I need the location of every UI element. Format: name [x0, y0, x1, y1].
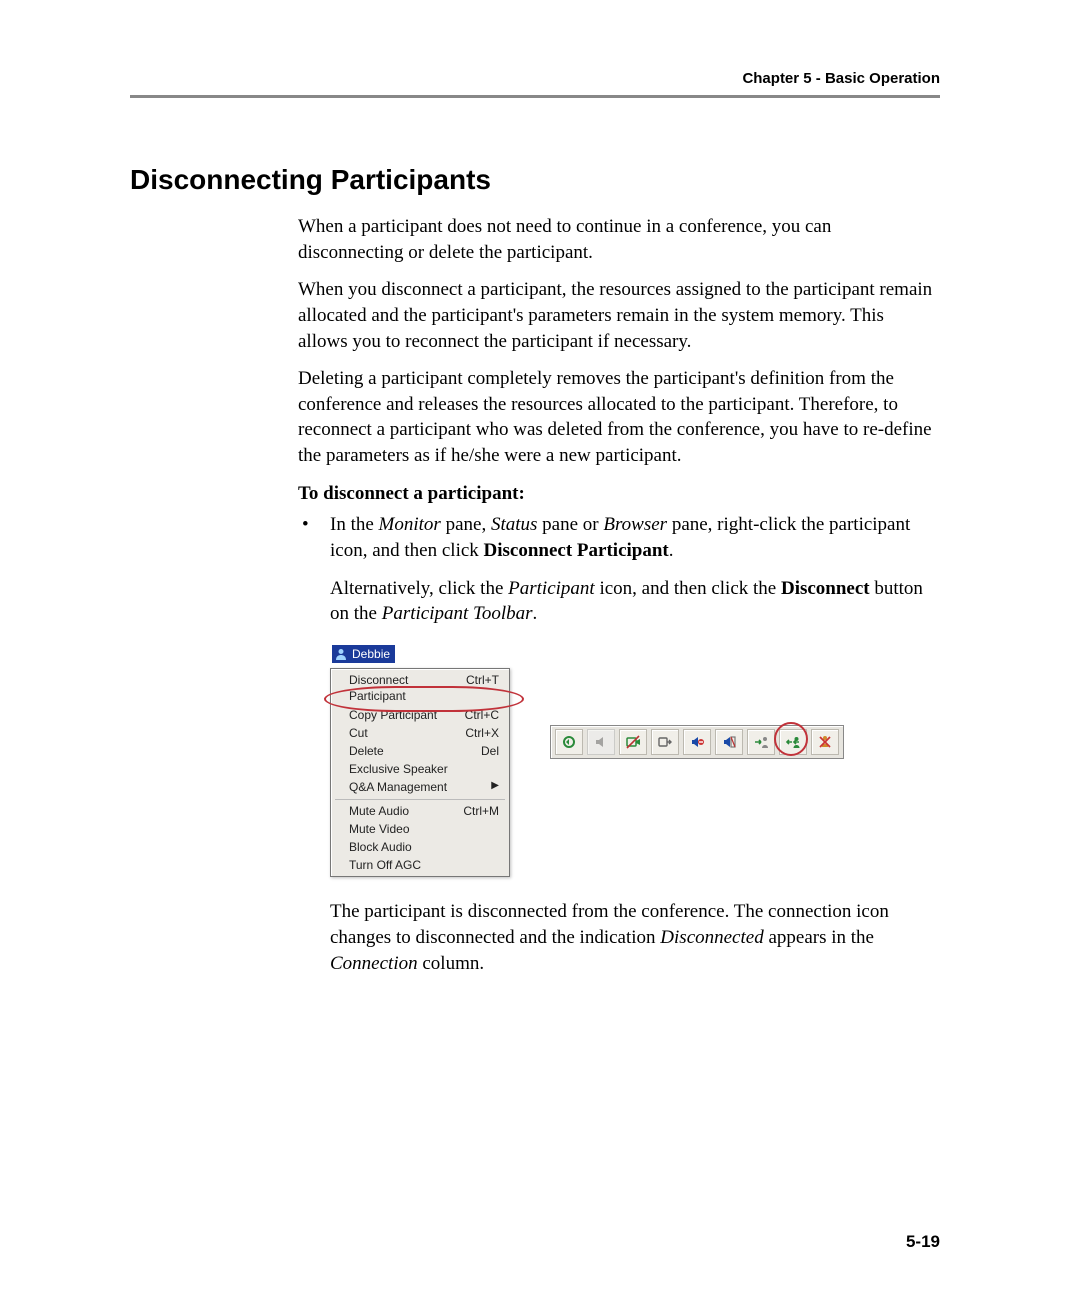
context-menu-figure: Debbie Disconnect Participant Ctrl+T Cop… — [330, 645, 510, 877]
paragraph: When you disconnect a participant, the r… — [298, 277, 938, 354]
toolbar-button-block-audio[interactable] — [715, 729, 743, 755]
bullet-item: • In the Monitor pane, Status pane or Br… — [298, 512, 938, 988]
add-participant-icon — [753, 734, 769, 750]
mute-audio-icon — [689, 734, 705, 750]
menu-item-mute-audio[interactable]: Mute Audio Ctrl+M — [331, 802, 509, 820]
toolbar-button-speaker[interactable] — [587, 729, 615, 755]
disconnect-icon — [785, 734, 801, 750]
block-audio-icon — [721, 734, 737, 750]
submenu-arrow-icon: ▶ — [491, 779, 499, 795]
toolbar-figure — [550, 725, 844, 759]
page-number: 5-19 — [906, 1232, 940, 1252]
delete-participant-icon — [817, 734, 833, 750]
menu-item-cut[interactable]: Cut Ctrl+X — [331, 724, 509, 742]
menu-item-copy-participant[interactable]: Copy Participant Ctrl+C — [331, 706, 509, 724]
bullet-content: In the Monitor pane, Status pane or Brow… — [330, 512, 938, 988]
mute-video-icon — [625, 734, 641, 750]
menu-item-mute-video[interactable]: Mute Video — [331, 820, 509, 838]
toolbar-button-mute-audio[interactable] — [683, 729, 711, 755]
menu-item-delete[interactable]: Delete Del — [331, 742, 509, 760]
page-header: Chapter 5 - Basic Operation — [130, 70, 940, 104]
paragraph: Deleting a participant completely remove… — [298, 366, 938, 469]
video-output-icon — [657, 734, 673, 750]
toolbar-button-connect[interactable] — [555, 729, 583, 755]
toolbar-button-delete-participant[interactable] — [811, 729, 839, 755]
result-paragraph: The participant is disconnected from the… — [330, 899, 938, 976]
toolbar-button-add-participant[interactable] — [747, 729, 775, 755]
section-title: Disconnecting Participants — [130, 164, 940, 196]
menu-item-turn-off-agc[interactable]: Turn Off AGC — [331, 856, 509, 874]
procedure-heading: To disconnect a participant: — [298, 481, 938, 507]
toolbar-button-video-out[interactable] — [651, 729, 679, 755]
bullet-line: In the Monitor pane, Status pane or Brow… — [330, 512, 938, 563]
body-content: When a participant does not need to cont… — [298, 214, 938, 988]
figure-row: Debbie Disconnect Participant Ctrl+T Cop… — [330, 645, 938, 877]
connect-icon — [561, 734, 577, 750]
chapter-label: Chapter 5 - Basic Operation — [742, 70, 940, 87]
menu-separator — [335, 799, 505, 800]
participant-chip[interactable]: Debbie — [332, 645, 395, 663]
speaker-left-icon — [593, 734, 609, 750]
bullet-marker: • — [298, 512, 330, 988]
header-rule — [130, 95, 940, 98]
bullet-line: Alternatively, click the Participant ico… — [330, 576, 938, 627]
toolbar-button-disconnect[interactable] — [779, 729, 807, 755]
menu-item-block-audio[interactable]: Block Audio — [331, 838, 509, 856]
participant-name: Debbie — [352, 646, 390, 662]
toolbar-button-mute-video[interactable] — [619, 729, 647, 755]
participant-toolbar — [550, 725, 844, 759]
menu-item-qa-management[interactable]: Q&A Management ▶ — [331, 778, 509, 796]
context-menu: Disconnect Participant Ctrl+T Copy Parti… — [330, 668, 510, 877]
paragraph: When a participant does not need to cont… — [298, 214, 938, 265]
menu-item-exclusive-speaker[interactable]: Exclusive Speaker — [331, 760, 509, 778]
participant-icon — [334, 647, 348, 661]
menu-item-disconnect-participant[interactable]: Disconnect Participant Ctrl+T — [331, 671, 509, 705]
